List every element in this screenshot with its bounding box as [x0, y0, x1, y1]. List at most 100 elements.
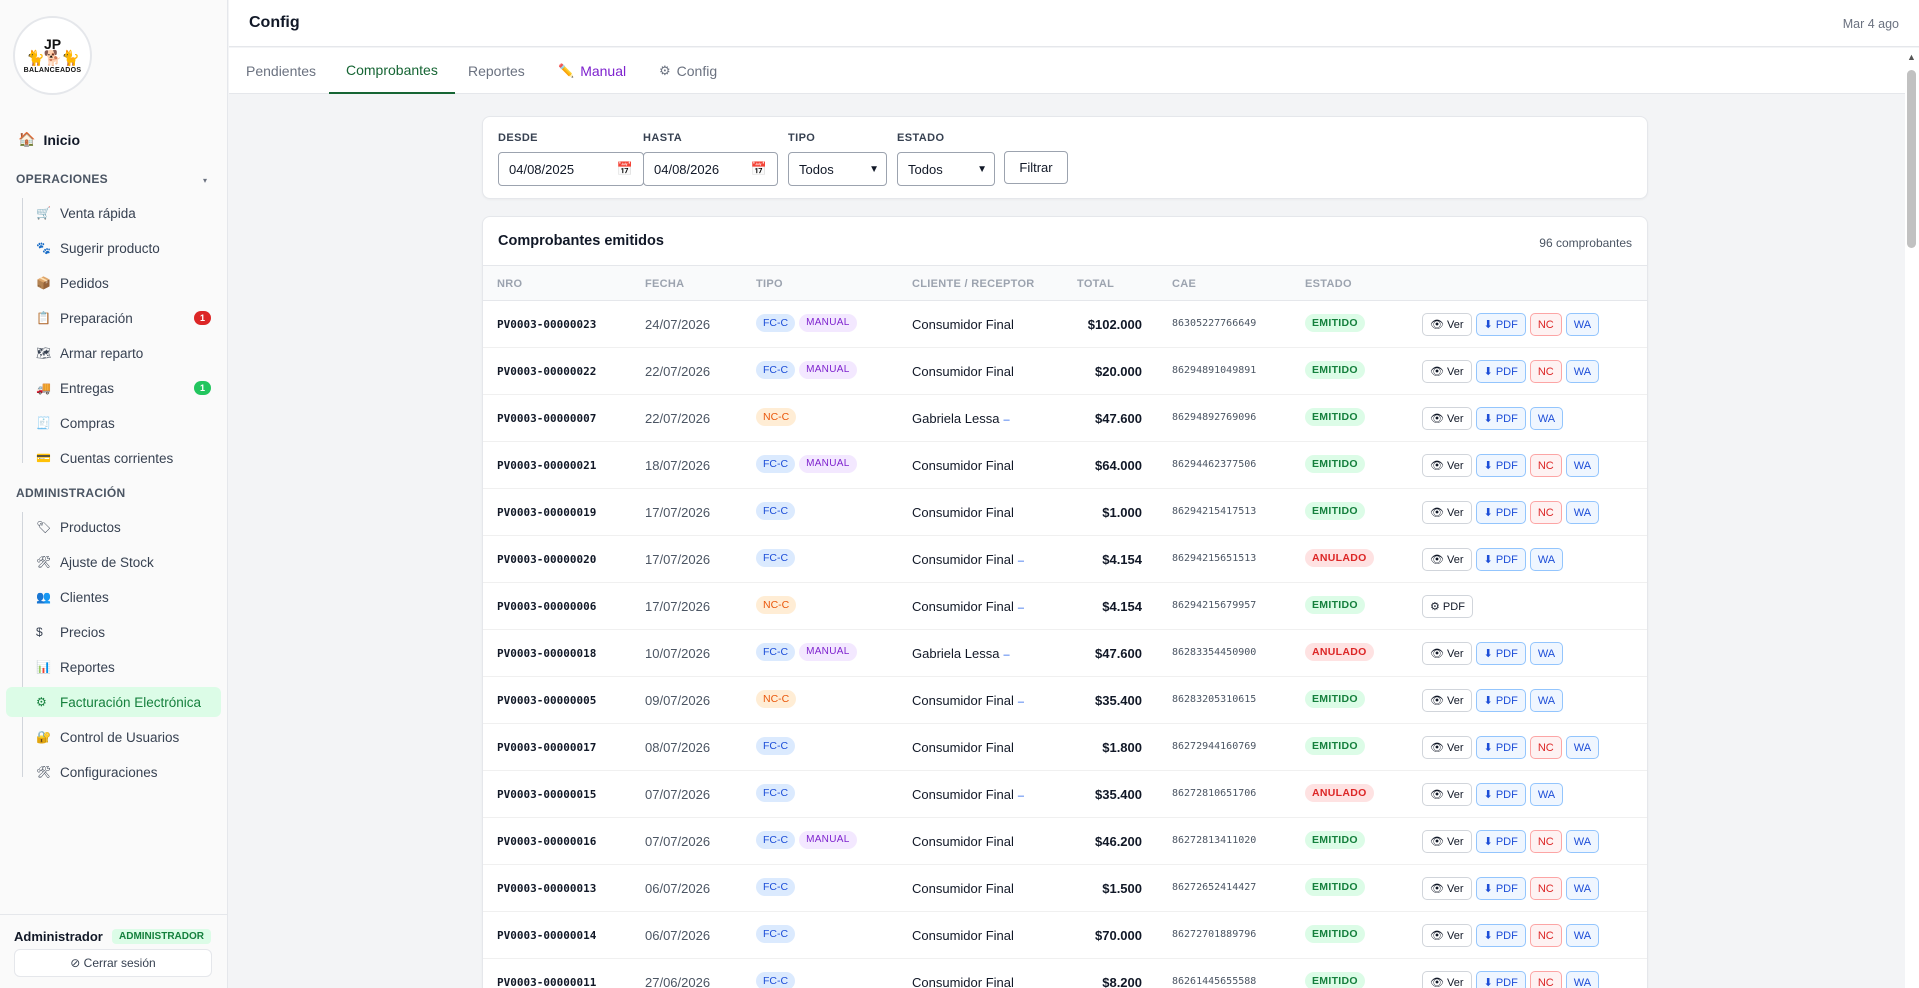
table-row[interactable]: PV0003-00000007 22/07/2026 NC-C Gabriela Le…: [483, 395, 1647, 442]
client-detail-link[interactable]: –: [1003, 414, 1009, 426]
credit-note-button[interactable]: NC: [1529, 501, 1562, 524]
sidebar-item-control-de-usuarios[interactable]: 🔐 Control de Usuarios: [34, 722, 221, 752]
column-header[interactable]: TOTAL: [1077, 278, 1114, 290]
estado-select[interactable]: Todos ▼: [897, 152, 995, 186]
sidebar-item-productos[interactable]: 🏷 Productos: [34, 512, 221, 542]
client-detail-link[interactable]: –: [1018, 602, 1024, 614]
scroll-up-icon[interactable]: ▲: [1907, 52, 1916, 62]
table-row[interactable]: PV0003-00000023 24/07/2026 FC-C MANUAL Consu…: [483, 301, 1647, 348]
sidebar-item-clientes[interactable]: 👥 Clientes: [34, 582, 221, 612]
table-row[interactable]: PV0003-00000006 17/07/2026 NC-C Consumidor …: [483, 583, 1647, 630]
download-pdf-button[interactable]: ⬇ PDF: [1475, 407, 1526, 430]
view-button[interactable]: 👁 Ver: [1422, 313, 1472, 336]
download-pdf-button[interactable]: ⬇ PDF: [1475, 360, 1526, 383]
credit-note-button[interactable]: NC: [1529, 924, 1562, 947]
whatsapp-button[interactable]: WA: [1565, 313, 1600, 336]
download-pdf-button[interactable]: ⬇ PDF: [1475, 642, 1526, 665]
table-row[interactable]: PV0003-00000016 07/07/2026 FC-C MANUAL Consu…: [483, 818, 1647, 865]
client-detail-link[interactable]: –: [1018, 696, 1024, 708]
table-row[interactable]: PV0003-00000020 17/07/2026 FC-C Consumidor …: [483, 536, 1647, 583]
sidebar-item-pedidos[interactable]: 📦 Pedidos: [34, 268, 221, 298]
tab-comprobantes[interactable]: Comprobantes: [329, 48, 455, 94]
sidebar-item-armar-reparto[interactable]: 🗺 Armar reparto: [34, 338, 221, 368]
whatsapp-button[interactable]: WA: [1529, 642, 1564, 665]
whatsapp-button[interactable]: WA: [1565, 454, 1600, 477]
tab-config[interactable]: ⚙ Config: [642, 48, 734, 94]
view-button[interactable]: 👁 Ver: [1422, 548, 1472, 571]
sidebar-item-compras[interactable]: 🧾 Compras: [34, 408, 221, 438]
table-row[interactable]: PV0003-00000015 07/07/2026 FC-C Consumidor …: [483, 771, 1647, 818]
table-row[interactable]: PV0003-00000018 10/07/2026 FC-C MANUAL Gabri…: [483, 630, 1647, 677]
table-row[interactable]: PV0003-00000019 17/07/2026 FC-C Consumidor …: [483, 489, 1647, 536]
tab-reportes[interactable]: Reportes: [451, 48, 542, 94]
sidebar-item-ajuste-de-stock[interactable]: 🛠 Ajuste de Stock: [34, 547, 221, 577]
download-pdf-button[interactable]: ⬇ PDF: [1475, 877, 1526, 900]
sidebar-item-precios[interactable]: $ Precios: [34, 617, 221, 647]
download-pdf-button[interactable]: ⬇ PDF: [1475, 501, 1526, 524]
download-pdf-button[interactable]: ⬇ PDF: [1475, 783, 1526, 806]
column-header[interactable]: NRO: [497, 278, 522, 290]
generate-pdf-button[interactable]: ⚙ PDF: [1422, 595, 1473, 618]
sidebar-item-venta-rápida[interactable]: 🛒 Venta rápida: [34, 198, 221, 228]
whatsapp-button[interactable]: WA: [1529, 407, 1564, 430]
caret-down-icon[interactable]: ▾: [203, 176, 207, 185]
whatsapp-button[interactable]: WA: [1565, 501, 1600, 524]
download-pdf-button[interactable]: ⬇ PDF: [1475, 736, 1526, 759]
table-row[interactable]: PV0003-00000005 09/07/2026 NC-C Consumidor …: [483, 677, 1647, 724]
download-pdf-button[interactable]: ⬇ PDF: [1475, 830, 1526, 853]
download-pdf-button[interactable]: ⬇ PDF: [1475, 548, 1526, 571]
column-header[interactable]: TIPO: [756, 278, 783, 290]
view-button[interactable]: 👁 Ver: [1422, 924, 1472, 947]
calendar-icon[interactable]: 📅: [617, 161, 633, 177]
credit-note-button[interactable]: NC: [1529, 736, 1562, 759]
table-row[interactable]: PV0003-00000022 22/07/2026 FC-C MANUAL Consu…: [483, 348, 1647, 395]
brand-logo[interactable]: JP 🐈🐕🐈 BALANCEADOS: [13, 16, 92, 95]
tab-pendientes[interactable]: Pendientes: [229, 48, 333, 94]
column-header[interactable]: CLIENTE / RECEPTOR: [912, 278, 1035, 290]
column-header[interactable]: CAE: [1172, 278, 1196, 290]
download-pdf-button[interactable]: ⬇ PDF: [1475, 971, 1526, 988]
download-pdf-button[interactable]: ⬇ PDF: [1475, 313, 1526, 336]
table-row[interactable]: PV0003-00000021 18/07/2026 FC-C MANUAL Consu…: [483, 442, 1647, 489]
view-button[interactable]: 👁 Ver: [1422, 689, 1472, 712]
scrollbar-thumb[interactable]: [1907, 70, 1916, 248]
view-button[interactable]: 👁 Ver: [1422, 971, 1472, 988]
credit-note-button[interactable]: NC: [1529, 877, 1562, 900]
whatsapp-button[interactable]: WA: [1565, 830, 1600, 853]
column-header[interactable]: FECHA: [645, 278, 684, 290]
view-button[interactable]: 👁 Ver: [1422, 830, 1472, 853]
hasta-date-input[interactable]: 04/08/2026 📅: [643, 152, 778, 186]
whatsapp-button[interactable]: WA: [1565, 924, 1600, 947]
download-pdf-button[interactable]: ⬇ PDF: [1475, 924, 1526, 947]
sidebar-item-preparación[interactable]: 📋 Preparación 1: [34, 303, 221, 333]
calendar-icon[interactable]: 📅: [751, 161, 767, 177]
download-pdf-button[interactable]: ⬇ PDF: [1475, 454, 1526, 477]
credit-note-button[interactable]: NC: [1529, 454, 1562, 477]
sidebar-item-sugerir-producto[interactable]: 🐾 Sugerir producto: [34, 233, 221, 263]
sidebar-item-configuraciones[interactable]: 🛠 Configuraciones: [34, 757, 221, 787]
logout-button[interactable]: ⊘ Cerrar sesión: [14, 949, 212, 977]
table-row[interactable]: PV0003-00000017 08/07/2026 FC-C Consumidor …: [483, 724, 1647, 771]
whatsapp-button[interactable]: WA: [1565, 971, 1600, 988]
view-button[interactable]: 👁 Ver: [1422, 454, 1472, 477]
client-detail-link[interactable]: –: [1018, 790, 1024, 802]
filter-button[interactable]: Filtrar: [1004, 151, 1068, 184]
sidebar-item-cuentas-corrientes[interactable]: 💳 Cuentas corrientes: [34, 443, 221, 473]
whatsapp-button[interactable]: WA: [1529, 783, 1564, 806]
sidebar-item-inicio[interactable]: 🏠 Inicio: [18, 131, 80, 148]
whatsapp-button[interactable]: WA: [1529, 548, 1564, 571]
sidebar-item-reportes[interactable]: 📊 Reportes: [34, 652, 221, 682]
client-detail-link[interactable]: –: [1003, 649, 1009, 661]
desde-date-input[interactable]: 04/08/2025 📅: [498, 152, 644, 186]
download-pdf-button[interactable]: ⬇ PDF: [1475, 689, 1526, 712]
whatsapp-button[interactable]: WA: [1565, 877, 1600, 900]
credit-note-button[interactable]: NC: [1529, 830, 1562, 853]
sidebar-item-facturación-electrónica[interactable]: ⚙ Facturación Electrónica: [6, 687, 221, 717]
client-detail-link[interactable]: –: [1018, 555, 1024, 567]
whatsapp-button[interactable]: WA: [1565, 360, 1600, 383]
column-header[interactable]: ESTADO: [1305, 278, 1352, 290]
table-row[interactable]: PV0003-00000013 06/07/2026 FC-C Consumidor …: [483, 865, 1647, 912]
view-button[interactable]: 👁 Ver: [1422, 360, 1472, 383]
view-button[interactable]: 👁 Ver: [1422, 501, 1472, 524]
sidebar-item-entregas[interactable]: 🚚 Entregas 1: [34, 373, 221, 403]
